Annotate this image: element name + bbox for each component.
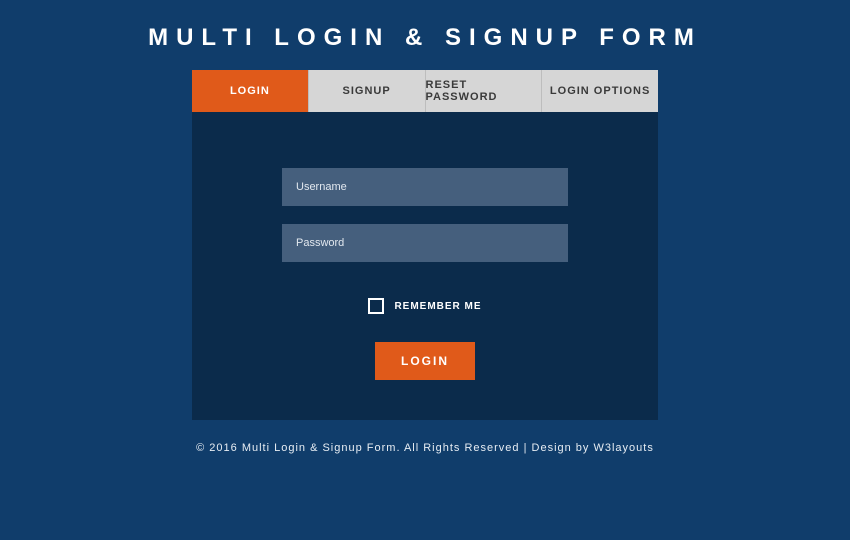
tab-login[interactable]: LOGIN	[192, 70, 309, 112]
tab-bar: LOGIN SIGNUP RESET PASSWORD LOGIN OPTION…	[192, 70, 658, 112]
login-button[interactable]: LOGIN	[375, 342, 475, 380]
footer-text: © 2016 Multi Login & Signup Form. All Ri…	[0, 420, 850, 476]
tab-signup[interactable]: SIGNUP	[309, 70, 426, 112]
password-input[interactable]	[282, 224, 568, 262]
tab-reset-password[interactable]: RESET PASSWORD	[426, 70, 543, 112]
username-input[interactable]	[282, 168, 568, 206]
tab-login-options[interactable]: LOGIN OPTIONS	[542, 70, 658, 112]
page-title: MULTI LOGIN & SIGNUP FORM	[0, 0, 850, 70]
remember-checkbox[interactable]	[368, 298, 384, 314]
form-card: LOGIN SIGNUP RESET PASSWORD LOGIN OPTION…	[192, 70, 658, 420]
form-body: REMEMBER ME LOGIN	[192, 112, 658, 420]
remember-row: REMEMBER ME	[282, 298, 568, 314]
remember-label: REMEMBER ME	[394, 301, 481, 312]
